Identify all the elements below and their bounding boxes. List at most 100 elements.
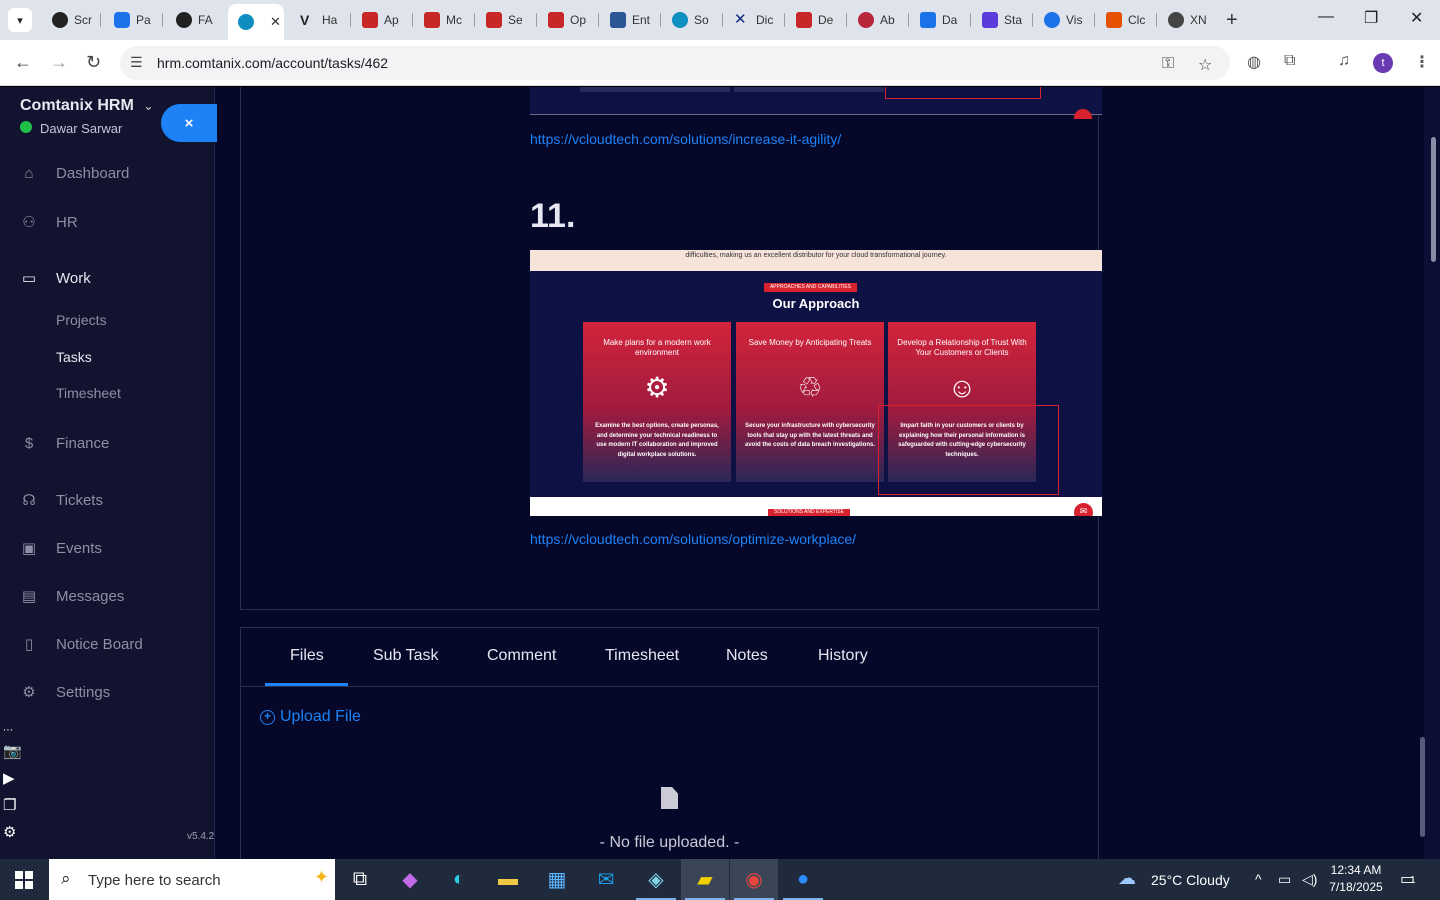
new-tab-button[interactable]: +	[1226, 9, 1238, 32]
edge-icon[interactable]: ◐	[435, 859, 483, 900]
browser-tab[interactable]: Se	[476, 6, 534, 34]
dollar-icon: $	[24, 435, 34, 452]
link-increase-it-agility[interactable]: https://vcloudtech.com/solutions/increas…	[530, 131, 841, 147]
browser-tab[interactable]: Sta	[972, 6, 1030, 34]
browser-tab[interactable]: Mc	[414, 6, 472, 34]
microsoft-store-icon[interactable]: ▦	[533, 859, 581, 900]
camera-icon[interactable]: 📷	[3, 742, 22, 760]
site-info-icon[interactable]: ☰	[130, 54, 143, 71]
search-placeholder[interactable]: Type here to search	[88, 872, 221, 889]
file-explorer-icon[interactable]: ▬	[484, 859, 532, 900]
brand-name[interactable]: Comtanix HRM	[20, 97, 134, 115]
browser-tab[interactable]: XN	[1158, 6, 1216, 34]
home-icon: ⌂	[24, 165, 34, 182]
tab-favicon-icon	[610, 12, 626, 28]
tab-comment[interactable]: Comment	[487, 647, 556, 665]
tab-timesheet[interactable]: Timesheet	[605, 647, 679, 665]
translate-icon[interactable]: ◍	[1247, 52, 1261, 72]
profile-avatar[interactable]: t	[1373, 53, 1393, 73]
forward-arrow-icon[interactable]: →	[50, 52, 68, 73]
url-text[interactable]: hrm.comtanix.com/account/tasks/462	[157, 55, 388, 71]
sidebar-subitem-tasks[interactable]: Tasks	[56, 349, 92, 365]
restore-window-button[interactable]: ❐	[1364, 8, 1378, 28]
browser-tab[interactable]: Ap	[352, 6, 410, 34]
tab-notes[interactable]: Notes	[726, 647, 768, 665]
link-optimize-workplace[interactable]: https://vcloudtech.com/solutions/optimiz…	[530, 531, 856, 547]
browser-tab[interactable]: Ab	[848, 6, 906, 34]
browser-tab[interactable]: FA	[166, 6, 224, 34]
sidebar-item-tickets[interactable]: ☊ Tickets	[20, 491, 103, 510]
task-view-icon[interactable]: ⧉	[336, 859, 384, 900]
sidebar-item-dashboard[interactable]: ⌂ Dashboard	[20, 165, 129, 182]
approach-card-desc: Secure your infrastructure with cybersec…	[744, 423, 876, 448]
browser-tab[interactable]: Clc	[1096, 6, 1154, 34]
sidebar-item-notice-board[interactable]: ▯ Notice Board	[20, 635, 143, 654]
sidebar-item-hr[interactable]: ⚇ HR	[20, 213, 77, 232]
copilot-icon[interactable]: ◆	[386, 859, 434, 900]
approach-card-title: Make plans for a modern work environment	[603, 338, 711, 357]
sidebar-subitem-projects[interactable]: Projects	[56, 312, 107, 328]
tool-menu-icon[interactable]: ⋯	[3, 725, 13, 736]
app-diamond-icon[interactable]: ◈	[632, 859, 680, 900]
sidebar-item-events[interactable]: ▣ Events	[20, 539, 102, 558]
tab-history[interactable]: History	[818, 647, 868, 665]
weather-cloud-icon[interactable]: ☁	[1118, 868, 1136, 889]
sidebar-subitem-timesheet[interactable]: Timesheet	[56, 385, 121, 401]
close-sidebar-button[interactable]: ×	[161, 104, 217, 142]
page-scrollbar-thumb[interactable]	[1431, 137, 1436, 262]
browser-tab[interactable]: Op	[538, 6, 596, 34]
mail-icon[interactable]: ✉	[582, 859, 630, 900]
network-icon[interactable]: ▭	[1278, 871, 1291, 888]
tab-sub-task[interactable]: Sub Task	[373, 647, 439, 665]
close-window-button[interactable]: ✕	[1410, 8, 1423, 28]
media-control-icon[interactable]: ♫	[1338, 52, 1350, 70]
screenshot-bottom-badge: SOLUTIONS AND EXPERTISE	[768, 509, 850, 516]
sidebar-item-work[interactable]: ▭ Work	[20, 269, 91, 288]
taskbar-search-box[interactable]: ⌕ Type here to search ✦	[49, 859, 335, 900]
video-icon[interactable]: ▶	[3, 769, 15, 787]
show-hidden-icons-icon[interactable]: ^	[1255, 871, 1262, 887]
browser-tab[interactable]: So	[662, 6, 720, 34]
system-clock[interactable]: 12:34 AM 7/18/2025	[1322, 862, 1390, 896]
tool-settings-icon[interactable]: ⚙	[3, 823, 16, 841]
upload-file-button[interactable]: + Upload File	[260, 708, 361, 726]
tab-files[interactable]: Files	[290, 647, 324, 665]
sidebar-item-messages[interactable]: ▤ Messages	[20, 587, 124, 606]
search-icon: ⌕	[61, 869, 71, 888]
reload-icon[interactable]: ↻	[86, 52, 101, 73]
browser-tab[interactable]: Scr	[42, 6, 100, 34]
browser-tab[interactable]: Pa	[104, 6, 162, 34]
browser-tab[interactable]: Ent	[600, 6, 658, 34]
browser-tab[interactable]: Da	[910, 6, 968, 34]
inner-scrollbar-thumb[interactable]	[1420, 737, 1425, 837]
browser-tab-active[interactable]: ✕	[228, 4, 284, 40]
browser-tab[interactable]: De	[786, 6, 844, 34]
bookmark-star-icon[interactable]: ☆	[1198, 55, 1212, 75]
tab-close-icon[interactable]: ✕	[270, 14, 281, 30]
minimize-window-button[interactable]: —	[1318, 8, 1334, 26]
sticky-notes-icon[interactable]: ▰	[681, 859, 729, 900]
extensions-icon[interactable]: ⧉	[1284, 52, 1295, 70]
sidebar-item-settings[interactable]: ⚙ Settings	[20, 683, 110, 702]
sidebar-item-finance[interactable]: $ Finance	[20, 435, 110, 452]
volume-icon[interactable]: ◁)	[1302, 871, 1317, 888]
chrome-icon[interactable]: ◉	[730, 859, 778, 900]
tab-favicon-icon: V	[300, 12, 310, 28]
browser-tab[interactable]: Vis	[1034, 6, 1092, 34]
copy-icon[interactable]: ❐	[3, 796, 16, 814]
tab-favicon-icon	[486, 12, 502, 28]
weather-text[interactable]: 25°C Cloudy	[1151, 872, 1230, 888]
chevron-down-icon[interactable]: ⌄	[143, 98, 154, 114]
browser-menu-icon[interactable]: ⋮	[1414, 52, 1430, 72]
address-bar[interactable]: ☰ hrm.comtanix.com/account/tasks/462 ⚿ ☆	[120, 46, 1230, 80]
back-arrow-icon[interactable]: ←	[14, 52, 32, 73]
zoom-icon[interactable]: ●	[779, 859, 827, 900]
browser-tab[interactable]: V Ha	[290, 6, 348, 34]
chat-bubble-icon: ✉	[1074, 503, 1093, 516]
browser-tab[interactable]: ✕ Dic	[724, 6, 782, 34]
briefcase-icon: ▭	[21, 270, 37, 287]
password-key-icon[interactable]: ⚿	[1162, 55, 1174, 73]
start-button[interactable]	[0, 859, 48, 900]
handshake-icon: ♲	[797, 372, 823, 403]
tab-search-menu-button[interactable]: ▾	[8, 8, 32, 32]
